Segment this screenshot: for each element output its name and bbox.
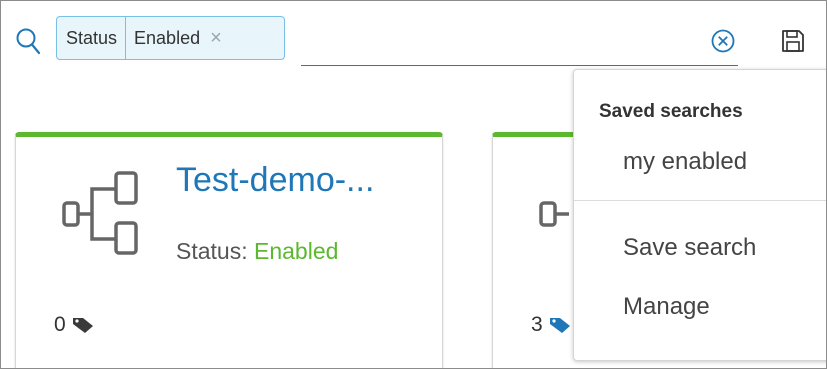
filter-chip-key: Status (57, 17, 127, 59)
filter-chip[interactable]: Status Enabled × (56, 16, 285, 60)
blueprint-card[interactable]: Test-demo-... Status: Enabled 0 (15, 132, 443, 368)
status-label: Status: (176, 238, 248, 264)
saved-search-item[interactable]: my enabled (623, 148, 747, 176)
tag-count[interactable]: 0 (54, 313, 94, 337)
saved-searches-header: Saved searches (599, 101, 743, 122)
tag-icon (72, 318, 93, 333)
save-search-action[interactable]: Save search (623, 234, 756, 262)
manage-action[interactable]: Manage (623, 293, 710, 321)
search-input[interactable] (301, 23, 738, 66)
saved-searches-menu: Saved searches my enabled Save search Ma… (573, 69, 826, 361)
filter-chip-value: Enabled (134, 27, 201, 48)
tag-count[interactable]: 3 (531, 313, 571, 337)
save-search-icon[interactable] (780, 28, 806, 54)
clear-search-icon[interactable] (710, 28, 736, 54)
status-value: Enabled (254, 238, 339, 264)
remove-chip-icon[interactable]: × (206, 27, 222, 50)
tag-count-value: 3 (531, 313, 543, 336)
blueprint-icon (62, 171, 138, 255)
tag-icon (549, 318, 570, 333)
card-status: Status: Enabled (176, 238, 338, 265)
app-frame: Status Enabled × Test-demo-... Status: E… (0, 0, 827, 369)
menu-divider (574, 200, 826, 201)
tag-count-value: 0 (54, 313, 66, 336)
search-icon[interactable] (15, 27, 41, 55)
card-title-link[interactable]: Test-demo-... (176, 161, 374, 200)
